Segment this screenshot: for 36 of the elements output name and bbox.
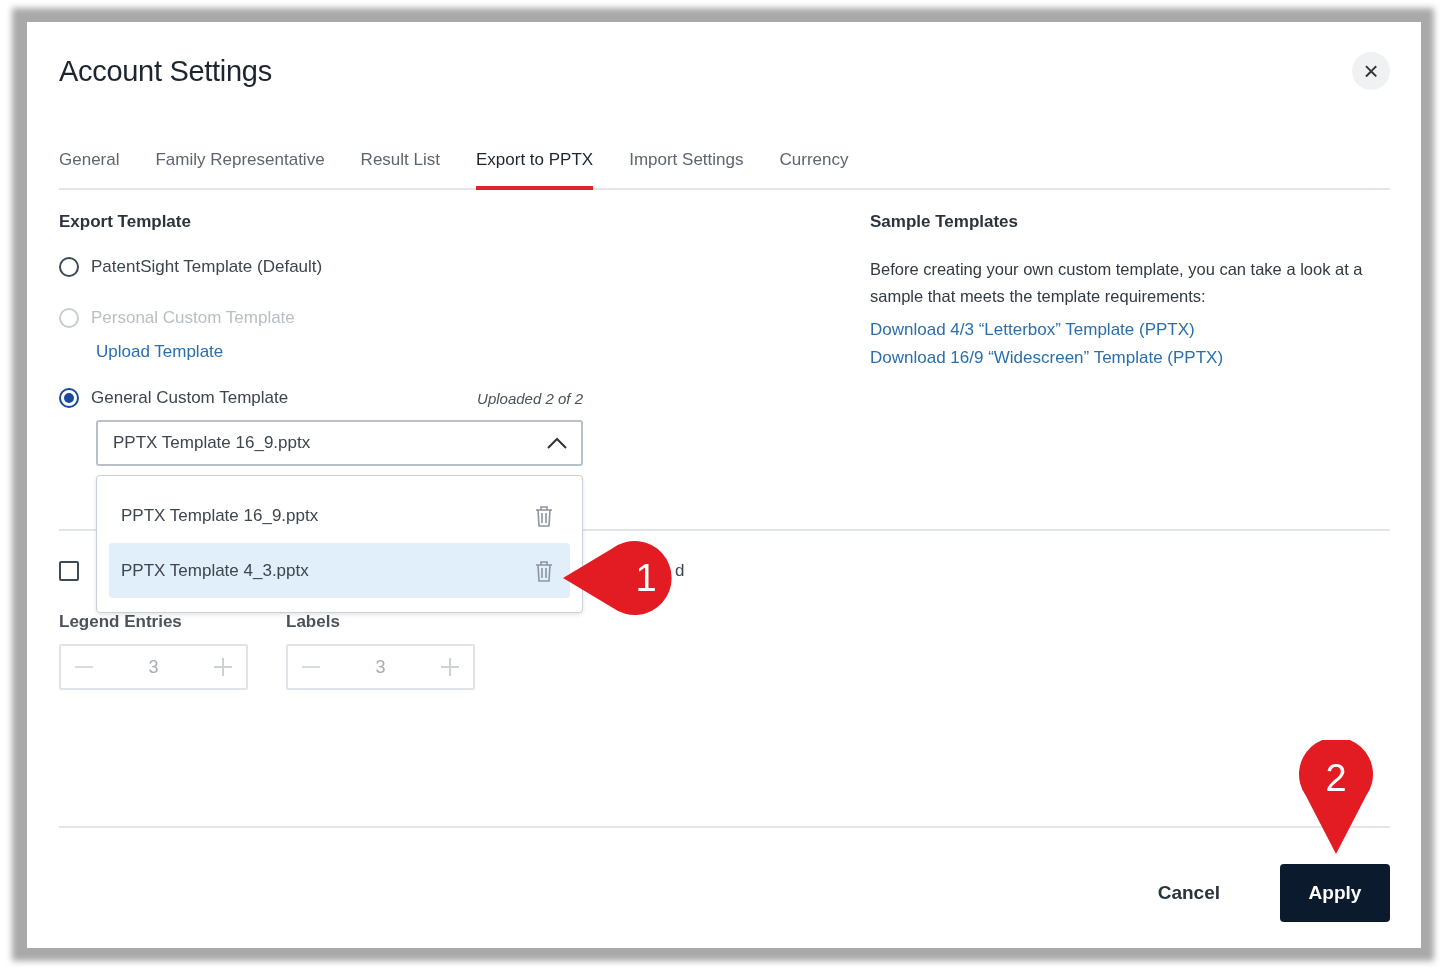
callout-number: 2 (1325, 756, 1347, 800)
chevron-up-icon (547, 437, 567, 449)
description-text: Before creating your own custom template, you can take a look at a sample that meets the template requirements: (870, 259, 1364, 307)
upload-count: Uploaded 2 of 2 (477, 389, 583, 407)
section-heading: Sample Templates (870, 212, 1020, 232)
tab[interactable]: General (59, 150, 120, 190)
trash-icon[interactable] (534, 504, 554, 527)
download-link[interactable]: Download 16/9 “Widescreen” Template (PPTX) (870, 348, 1224, 368)
radio-button[interactable] (59, 257, 79, 277)
radio-button[interactable] (59, 388, 79, 408)
cancel-button[interactable]: Cancel (1151, 864, 1226, 922)
checkbox[interactable] (59, 561, 79, 581)
callout-number: 1 (635, 556, 657, 600)
trash-icon[interactable] (534, 559, 554, 582)
tab[interactable]: Export to PPTX (476, 150, 594, 190)
close-button[interactable]: × (1352, 52, 1390, 90)
dialog-title: Account Settings (59, 54, 272, 88)
plus-icon (214, 658, 232, 676)
field-label: Labels (286, 612, 341, 632)
dropdown-option[interactable]: PPTX Template 4_3.pptx (109, 543, 570, 598)
tab[interactable]: Currency (779, 150, 849, 190)
section-heading: Export Template (59, 212, 192, 232)
minus-icon (302, 666, 320, 668)
tab[interactable]: Import Settings (629, 150, 744, 190)
dropdown-option[interactable]: PPTX Template 16_9.pptx (109, 488, 570, 543)
radio-label: PatentSight Template (Default) (91, 257, 323, 277)
plus-icon (441, 658, 459, 676)
field-label: Legend Entries (59, 612, 183, 632)
radio-label: Personal Custom Template (91, 308, 295, 328)
download-link[interactable]: Download 4/3 “Letterbox” Template (PPTX) (870, 320, 1195, 340)
minus-icon (75, 666, 93, 668)
tab[interactable]: Family Representative (155, 150, 325, 190)
apply-button[interactable]: Apply (1280, 864, 1390, 922)
tab[interactable]: Result List (360, 150, 440, 190)
radio-label: General Custom Template (91, 388, 289, 408)
checkbox-label: d (675, 561, 685, 581)
